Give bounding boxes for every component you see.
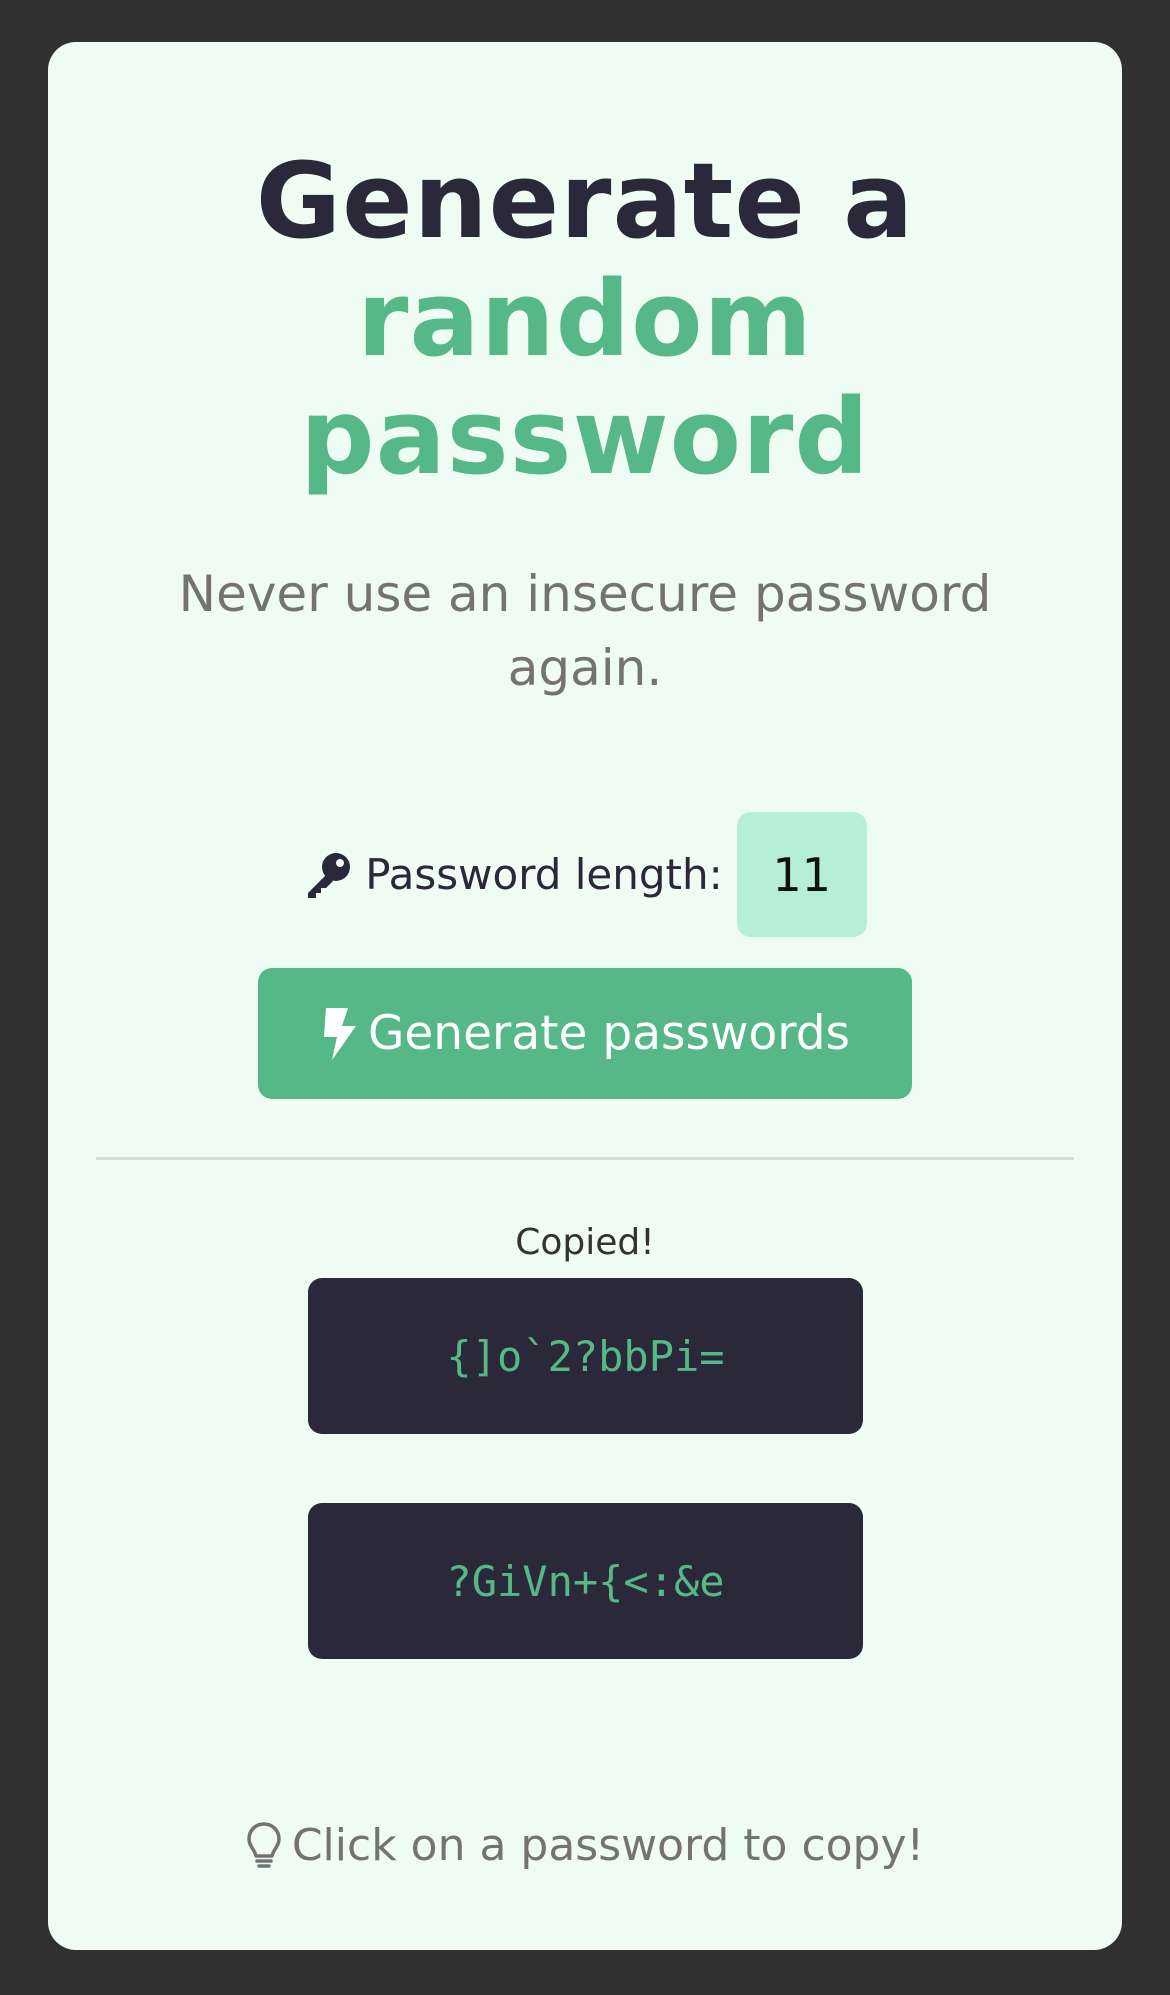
password-option-2[interactable]: ?GiVn+{<:&e xyxy=(308,1503,863,1659)
password-length-input[interactable] xyxy=(736,812,867,937)
divider xyxy=(96,1157,1074,1160)
lightbulb-icon xyxy=(247,1821,281,1868)
title-line-2: random xyxy=(357,258,813,380)
copy-tip-text: Click on a password to copy! xyxy=(291,1820,925,1871)
generator-card: Generate a random password Never use an … xyxy=(48,42,1122,1950)
password-length-row: Password length: xyxy=(48,812,1122,937)
subtitle: Never use an insecure password again. xyxy=(178,565,992,697)
key-icon xyxy=(308,852,351,898)
title-line-3: password xyxy=(300,376,870,498)
password-text-1: {]o`2?bbPi= xyxy=(446,1331,725,1381)
password-text-2: ?GiVn+{<:&e xyxy=(446,1556,725,1606)
generate-passwords-label: Generate passwords xyxy=(367,1006,851,1061)
copy-tip: Click on a password to copy! xyxy=(48,1820,1122,1871)
bolt-icon xyxy=(323,1007,356,1060)
generate-passwords-button[interactable]: Generate passwords xyxy=(258,968,912,1099)
copied-status: Copied! xyxy=(515,1222,655,1263)
title-line-1: Generate a xyxy=(255,140,915,262)
page-title: Generate a random password xyxy=(48,142,1122,496)
password-option-1[interactable]: {]o`2?bbPi= xyxy=(308,1278,863,1434)
password-length-label: Password length: xyxy=(365,850,723,899)
